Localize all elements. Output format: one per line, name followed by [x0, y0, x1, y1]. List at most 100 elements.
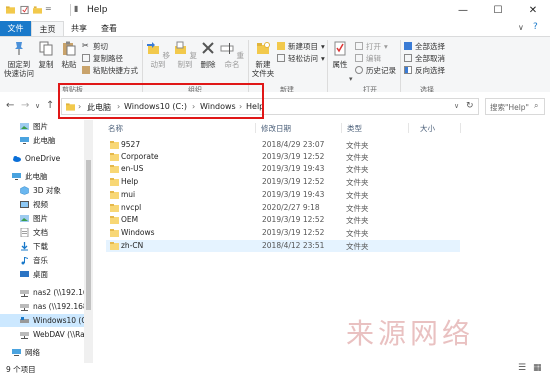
up-arrow-icon[interactable]: ↑: [46, 100, 54, 111]
move-to-button[interactable]: 移动到: [145, 41, 171, 69]
column-separator[interactable]: [460, 123, 461, 133]
refresh-icon[interactable]: ↻: [466, 101, 474, 111]
tab-file[interactable]: 文件: [0, 21, 31, 36]
downloads-icon: [21, 242, 28, 251]
table-row[interactable]: zh-CN 2018/4/12 23:51 文件夹: [106, 240, 460, 252]
forward-arrow-icon[interactable]: →: [21, 100, 29, 111]
nav-item-this-pc[interactable]: 此电脑: [0, 134, 84, 147]
desktop-icon: [20, 271, 29, 277]
table-row[interactable]: 9527 2018/4/29 23:07 文件夹: [106, 139, 460, 151]
nav-item-label: Windows10 (C:): [33, 316, 84, 325]
nav-item-nas[interactable]: nas (\\192.168.: [0, 300, 84, 313]
new-folder-button[interactable]: 新建 文件夹: [251, 41, 275, 78]
drive-icon: [20, 317, 29, 323]
open-icon: [355, 42, 363, 50]
invert-selection-button[interactable]: 反向选择: [404, 65, 445, 75]
paste-button[interactable]: 粘贴: [59, 41, 79, 69]
tab-view[interactable]: 查看: [94, 21, 124, 36]
column-header-name[interactable]: 名称: [108, 123, 123, 134]
maximize-button[interactable]: ☐: [481, 0, 515, 21]
file-date: 2019/3/19 12:52: [262, 215, 325, 224]
nav-item-label: 3D 对象: [33, 186, 61, 195]
table-row[interactable]: OEM 2019/3/19 12:52 文件夹: [106, 214, 460, 226]
nav-item-desktop[interactable]: 桌面: [0, 268, 84, 281]
address-dropdown-icon[interactable]: ∨: [454, 102, 459, 110]
delete-x-icon: [202, 42, 214, 54]
nav-item-videos[interactable]: 视频: [0, 198, 84, 211]
help-icon[interactable]: ?: [533, 22, 538, 32]
recent-locations-icon[interactable]: ∨: [35, 102, 40, 110]
nav-item-documents[interactable]: 文档: [0, 226, 84, 239]
rename-button[interactable]: 重命名: [219, 41, 245, 69]
open-button[interactable]: 打开 ▾: [355, 41, 388, 51]
properties-quick-icon[interactable]: [20, 5, 29, 15]
search-input[interactable]: 搜索"Help" ⌕: [485, 98, 545, 115]
invert-selection-icon: [404, 66, 412, 74]
column-separator[interactable]: [255, 123, 256, 133]
column-header-date[interactable]: 修改日期: [261, 123, 291, 134]
select-all-button[interactable]: 全部选择: [404, 41, 445, 51]
paste-shortcut-button[interactable]: 粘贴快捷方式: [82, 65, 138, 75]
new-folder-quick-icon[interactable]: [33, 5, 42, 15]
history-button[interactable]: 历史记录: [355, 65, 396, 75]
nav-item-music[interactable]: 音乐: [0, 254, 84, 267]
table-row[interactable]: mui 2019/3/19 19:43 文件夹: [106, 189, 460, 201]
back-arrow-icon[interactable]: ←: [6, 100, 14, 111]
folder-icon: [110, 165, 119, 173]
search-icon[interactable]: ⌕: [534, 101, 538, 111]
nav-item-webdav[interactable]: WebDAV (\\Rai: [0, 328, 84, 341]
properties-button[interactable]: 属性: [331, 41, 349, 69]
select-none-button[interactable]: 全部取消: [404, 53, 445, 63]
folder-small-icon: ▮: [74, 4, 79, 13]
close-button[interactable]: ✕: [516, 0, 550, 21]
nav-pane-scrollbar-thumb[interactable]: [86, 160, 91, 310]
music-icon: [21, 257, 28, 265]
column-header-size[interactable]: 大小: [420, 123, 435, 134]
large-icons-view-icon[interactable]: ▦: [533, 363, 542, 373]
group-separator: [400, 40, 401, 92]
column-header-type[interactable]: 类型: [347, 123, 362, 134]
copy-to-button[interactable]: 复制到: [172, 41, 198, 69]
table-row[interactable]: Windows 2019/3/19 12:52 文件夹: [106, 227, 460, 239]
delete-button[interactable]: 删除: [199, 41, 217, 69]
tab-share[interactable]: 共享: [64, 21, 94, 36]
column-separator[interactable]: [408, 123, 409, 133]
table-row[interactable]: Corporate 2019/3/19 12:52 文件夹: [106, 151, 460, 163]
nav-item-nas2[interactable]: nas2 (\\192.168.: [0, 286, 84, 299]
table-row[interactable]: en-US 2019/3/19 19:43 文件夹: [106, 163, 460, 175]
nav-item-pictures-2[interactable]: 图片: [0, 212, 84, 225]
properties-dropdown-icon[interactable]: ▾: [349, 75, 353, 83]
copy-button[interactable]: 复制: [36, 41, 56, 69]
table-row[interactable]: nvcpl 2020/2/27 9:18 文件夹: [106, 202, 460, 214]
table-row[interactable]: Help 2019/3/19 12:52 文件夹: [106, 176, 460, 188]
nav-item-onedrive[interactable]: OneDrive: [0, 152, 84, 165]
column-separator[interactable]: [341, 123, 342, 133]
nav-item-windows10-drive[interactable]: Windows10 (C:): [0, 314, 84, 327]
properties-icon: [334, 41, 346, 56]
pin-quick-access-button[interactable]: 固定到 快速访问: [3, 41, 35, 78]
copy-path-button[interactable]: 复制路径: [82, 53, 123, 63]
nav-item-3d-objects[interactable]: 3D 对象: [0, 184, 84, 197]
copy-path-label: 复制路径: [93, 53, 123, 63]
history-icon: [355, 66, 363, 74]
edit-button[interactable]: 编辑: [355, 53, 381, 63]
nav-item-downloads[interactable]: 下载: [0, 240, 84, 253]
new-item-button[interactable]: 新建项目 ▾: [277, 41, 325, 51]
annotation-highlight-box: [58, 83, 264, 119]
file-name: mui: [121, 190, 136, 199]
paste-shortcut-label: 粘贴快捷方式: [93, 65, 138, 75]
tab-home[interactable]: 主页: [31, 21, 64, 36]
easy-access-button[interactable]: 轻松访问 ▾: [277, 53, 325, 63]
nav-item-this-pc-root[interactable]: 此电脑: [0, 170, 84, 183]
network-drive-icon: [20, 304, 29, 311]
cut-button[interactable]: ✂ 剪切: [82, 41, 108, 51]
ribbon-collapse-icon[interactable]: ∨: [518, 23, 524, 32]
folder-icon: [110, 178, 119, 186]
file-type: 文件夹: [346, 216, 369, 225]
nav-item-network[interactable]: 网络: [0, 346, 84, 359]
file-type: 文件夹: [346, 153, 369, 162]
quick-access-dropdown-icon[interactable]: =: [45, 4, 52, 13]
minimize-button[interactable]: —: [446, 0, 480, 21]
details-view-icon[interactable]: ☰: [518, 363, 526, 373]
nav-item-pictures[interactable]: 图片: [0, 120, 84, 133]
